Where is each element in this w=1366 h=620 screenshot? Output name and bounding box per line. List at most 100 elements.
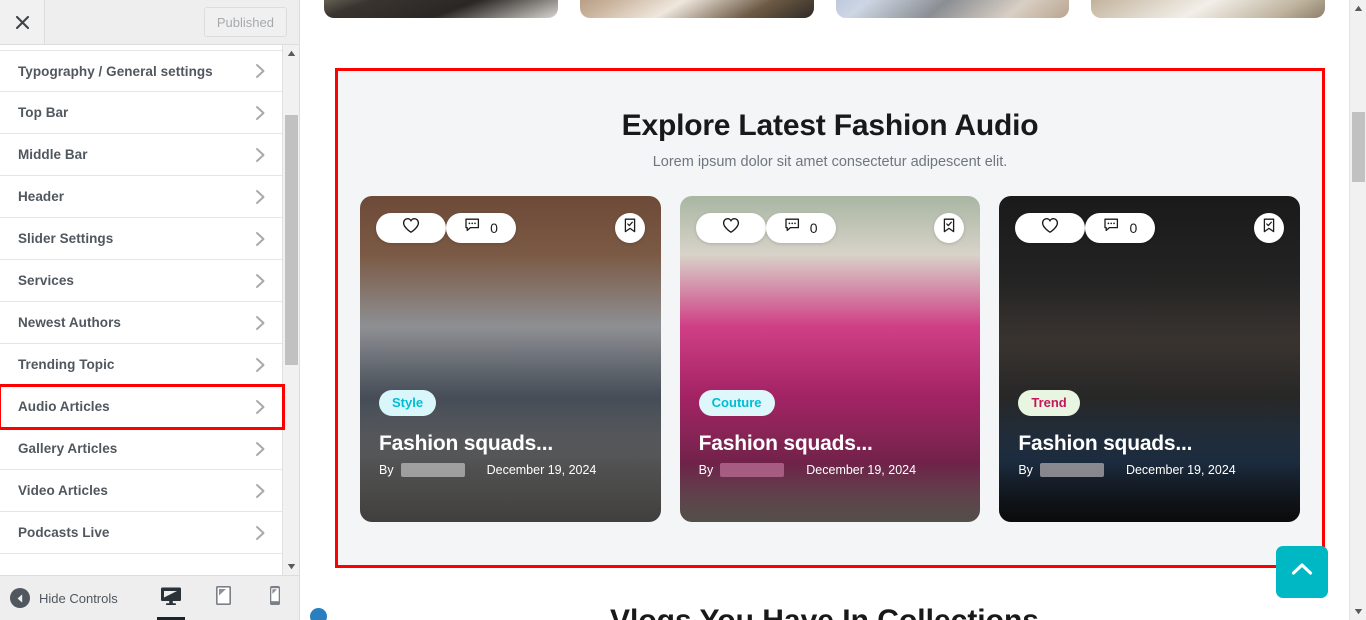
chevron-right-icon [254, 356, 267, 374]
sidebar-item-label: Header [18, 189, 65, 204]
strip-image [579, 0, 814, 18]
bookmark-check-icon [941, 217, 957, 239]
sidebar-item-header[interactable]: Header [0, 176, 283, 218]
card-title[interactable]: Fashion squads... [1018, 432, 1281, 456]
sidebar-item-trending-topic[interactable]: Trending Topic [0, 344, 283, 386]
sidebar-scroll-up-button[interactable] [283, 45, 299, 62]
sidebar-item-middle-bar[interactable]: Middle Bar [0, 134, 283, 176]
mobile-icon [269, 585, 281, 611]
card-title[interactable]: Fashion squads... [379, 432, 642, 456]
publish-button[interactable]: Published [203, 7, 287, 37]
scroll-to-top-button[interactable] [1276, 546, 1328, 598]
sidebar-item-label: Video Articles [18, 483, 108, 498]
sidebar-scrollbar-thumb[interactable] [285, 115, 298, 365]
chevron-right-icon [254, 314, 267, 332]
sidebar-item-slider-settings[interactable]: Slider Settings [0, 218, 283, 260]
comment-count: 0 [490, 220, 498, 236]
customizer-header-right: Published [45, 0, 299, 44]
like-button[interactable] [1015, 213, 1086, 243]
by-label: By [698, 463, 714, 477]
strip-image [1091, 0, 1325, 18]
mobile-preview-button[interactable] [259, 576, 291, 620]
chevron-right-icon [254, 482, 267, 500]
next-section-peek: Vlogs You Have In Collections [300, 592, 1349, 620]
bookmark-button[interactable] [934, 213, 965, 243]
like-button[interactable] [695, 213, 766, 243]
bookmark-check-icon [622, 217, 638, 239]
sidebar-item-label: Top Bar [18, 105, 69, 120]
sidebar-item-label: Podcasts Live [18, 525, 110, 540]
comment-count: 0 [1129, 220, 1138, 236]
heart-icon [402, 217, 420, 239]
strip-image [835, 0, 1070, 18]
hide-controls-button[interactable]: Hide Controls [10, 588, 118, 608]
bookmark-check-icon [1261, 217, 1277, 239]
sidebar-item-label: Audio Articles [18, 399, 110, 414]
close-customizer-button[interactable] [0, 0, 45, 44]
sidebar-item-typography-general-settings[interactable]: Typography / General settings [0, 50, 283, 92]
article-card[interactable]: 0 Style Fashion squads... By December 19… [360, 196, 661, 522]
author-name[interactable] [400, 463, 465, 477]
sidebar-item-newest-authors[interactable]: Newest Authors [0, 302, 283, 344]
comment-icon [784, 217, 803, 239]
sidebar-scroll-down-button[interactable] [283, 558, 299, 575]
card-title[interactable]: Fashion squads... [699, 432, 962, 456]
heart-icon [722, 217, 740, 239]
category-badge[interactable]: Couture [698, 390, 775, 416]
audio-article-cards: 0 Style Fashion squads... By December 19… [338, 196, 1322, 522]
desktop-preview-button[interactable] [155, 576, 187, 620]
like-button[interactable] [376, 213, 446, 243]
bookmark-button[interactable] [1254, 213, 1285, 243]
comment-icon [464, 217, 483, 239]
customizer-header: Published [0, 0, 299, 45]
section-title: Explore Latest Fashion Audio [621, 109, 1039, 142]
chevron-up-icon [1290, 561, 1314, 584]
device-preview-group [155, 576, 291, 620]
by-label: By [379, 463, 394, 477]
collapse-arrow-icon [10, 588, 30, 608]
chevron-right-icon [254, 188, 267, 206]
bookmark-button[interactable] [614, 213, 645, 243]
category-badge[interactable]: Trend [1018, 390, 1080, 416]
sidebar-item-services[interactable]: Services [0, 260, 283, 302]
card-content: Couture Fashion squads... By December 19… [698, 390, 962, 477]
chevron-right-icon [254, 62, 267, 80]
chevron-right-icon [254, 104, 267, 122]
article-card[interactable]: 0 Couture Fashion squads... By December … [679, 196, 981, 522]
customizer-panel: Published Typography / General settings … [0, 0, 300, 620]
close-icon [14, 14, 31, 31]
browser-scrollbar-thumb[interactable] [1352, 112, 1365, 182]
customizer-footer: Hide Controls [0, 575, 299, 620]
sidebar-item-label: Services [18, 273, 74, 288]
comment-count: 0 [809, 220, 818, 236]
sidebar-item-podcasts-live[interactable]: Podcasts Live [0, 512, 283, 554]
article-card[interactable]: 0 Trend Fashion squads... By December 19… [999, 196, 1301, 522]
sidebar-scrollbar[interactable] [282, 45, 299, 575]
tablet-preview-button[interactable] [207, 576, 239, 620]
sidebar-item-gallery-articles[interactable]: Gallery Articles [0, 428, 283, 470]
card-meta: By December 19, 2024 [379, 463, 642, 477]
card-action-bar: 0 [1015, 213, 1285, 243]
sidebar-item-video-articles[interactable]: Video Articles [0, 470, 283, 512]
chevron-right-icon [254, 524, 267, 542]
customizer-section-list: Typography / General settings Top Bar Mi… [0, 45, 285, 575]
publish-date: December 19, 2024 [486, 463, 597, 477]
sidebar-item-audio-articles[interactable]: Audio Articles [0, 384, 285, 430]
sidebar-item-label: Slider Settings [18, 231, 114, 246]
tablet-icon [215, 585, 232, 611]
chevron-right-icon [254, 146, 267, 164]
browser-scrollbar[interactable] [1349, 0, 1366, 620]
sidebar-item-label: Middle Bar [18, 147, 88, 162]
comment-button[interactable]: 0 [765, 213, 836, 243]
comment-button[interactable]: 0 [1085, 213, 1156, 243]
page-scroll-down-button[interactable] [1350, 603, 1366, 620]
category-badge[interactable]: Style [379, 390, 437, 416]
sidebar-item-top-bar[interactable]: Top Bar [0, 92, 283, 134]
section-subtitle: Lorem ipsum dolor sit amet consectetur a… [652, 154, 1008, 170]
page-scroll-up-button[interactable] [1350, 0, 1366, 17]
author-name[interactable] [720, 463, 785, 477]
desktop-icon [160, 586, 182, 611]
sidebar-item-label: Newest Authors [18, 315, 121, 330]
comment-button[interactable]: 0 [446, 213, 516, 243]
author-name[interactable] [1039, 463, 1104, 477]
